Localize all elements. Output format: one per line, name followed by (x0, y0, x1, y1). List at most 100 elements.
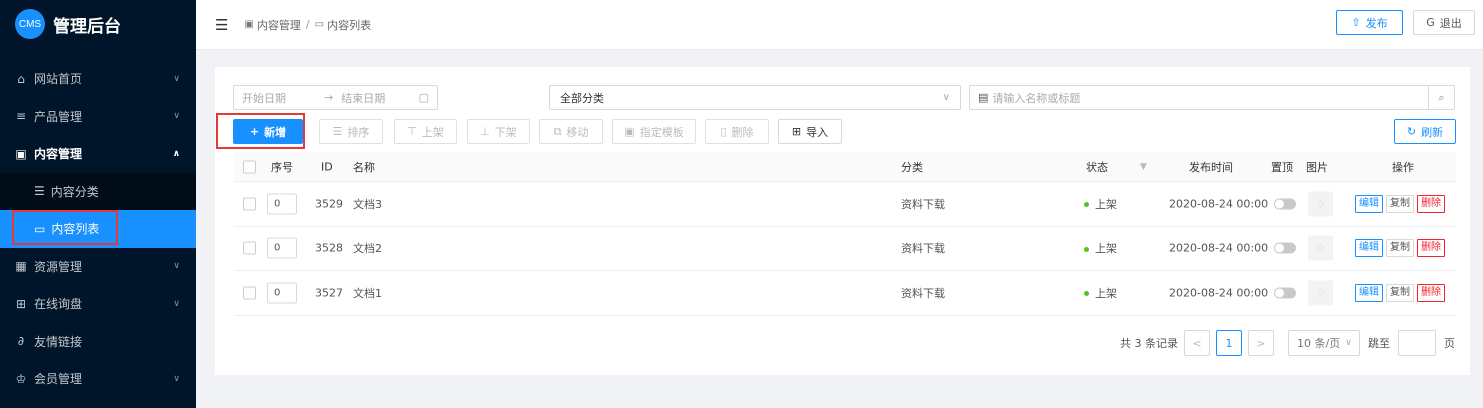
calendar-icon: ▢ (418, 91, 429, 104)
row-checkbox[interactable] (243, 197, 256, 211)
sort-icon: ☰ (332, 125, 343, 138)
page-1-button[interactable]: 1 (1216, 330, 1242, 356)
image-thumbnail[interactable]: ◇ (1308, 191, 1333, 217)
menu-fold-icon[interactable]: ☰ (215, 16, 228, 34)
table-icon: ⊞ (791, 125, 802, 138)
next-page-button[interactable]: > (1248, 330, 1274, 356)
jump-page-input[interactable] (1398, 330, 1436, 356)
logout-button[interactable]: G 退出 (1413, 10, 1475, 35)
row-actions: 编辑 复制 删除 (1355, 194, 1448, 213)
logo-row[interactable]: CMS 管理后台 (0, 0, 196, 48)
edit-button[interactable]: 编辑 (1355, 239, 1383, 258)
total-count: 共 3 条记录 (1120, 337, 1178, 350)
sidebar-item-resources[interactable]: ▦ 资源管理 ∨ (0, 248, 196, 286)
row-delete-button[interactable]: 删除 (1417, 239, 1445, 258)
download-icon: ⊥ (480, 125, 490, 138)
date-range-picker[interactable]: 开始日期 → 结束日期 ▢ (233, 85, 438, 110)
sidebar-item-home[interactable]: ⌂ 网站首页 ∨ (0, 60, 196, 98)
list-icon: ▭ (314, 19, 325, 30)
row-actions: 编辑 复制 删除 (1355, 283, 1448, 302)
chevron-down-icon: ∨ (173, 373, 180, 384)
column-header-category: 分类 (901, 160, 923, 174)
template-icon: ▣ (624, 125, 635, 138)
seq-input[interactable]: 0 (267, 193, 297, 215)
move-button[interactable]: ⧉ 移动 (539, 119, 603, 144)
sidebar-item-content-list[interactable]: ▭ 内容列表 (0, 210, 196, 248)
refresh-button[interactable]: ↻ 刷新 (1394, 119, 1456, 144)
breadcrumb: ▣ 内容管理 / ▭ 内容列表 (244, 17, 371, 33)
search-input[interactable]: ▤ 请输入名称或标题 ⌕ (969, 85, 1455, 110)
logout-label: 退出 (1439, 16, 1462, 30)
seq-input[interactable]: 0 (267, 282, 297, 304)
row-checkbox[interactable] (243, 241, 256, 255)
publish-label: 发布 (1365, 16, 1388, 30)
row-name[interactable]: 文档3 (353, 196, 382, 212)
row-name[interactable]: 文档1 (353, 285, 382, 301)
pagination: 共 3 条记录 < 1 > 10 条/页 ∨ 跳至 页 (1120, 330, 1455, 356)
sidebar-item-members[interactable]: ♔ 会员管理 ∨ (0, 360, 196, 398)
breadcrumb-item[interactable]: 内容管理 (257, 17, 301, 33)
content-card: 开始日期 → 结束日期 ▢ 全部分类 ∨ ▤ 请输入名称或标题 ⌕ + 新增 ☰… (215, 67, 1470, 375)
sidebar-item-content[interactable]: ▣ 内容管理 ∧ (0, 135, 196, 173)
page-size-select[interactable]: 10 条/页 ∨ (1288, 330, 1360, 356)
sidebar-item-label: 会员管理 (34, 372, 83, 387)
row-name[interactable]: 文档2 (353, 240, 382, 256)
list-icon: ▭ (34, 221, 46, 236)
search-icon[interactable]: ⌕ (1428, 86, 1454, 109)
row-delete-button[interactable]: 删除 (1417, 283, 1445, 302)
image-thumbnail[interactable]: ◇ (1308, 235, 1333, 261)
row-time: 2020-08-24 00:00 (1169, 241, 1269, 255)
template-button[interactable]: ▣ 指定模板 (612, 119, 696, 144)
row-time: 2020-08-24 00:00 (1169, 197, 1269, 211)
edit-button[interactable]: 编辑 (1355, 194, 1383, 213)
upload-icon: ⊤ (407, 125, 417, 138)
delete-label: 删除 (731, 125, 754, 139)
off-shelf-button[interactable]: ⊥ 下架 (467, 119, 530, 144)
sidebar: CMS 管理后台 ⌂ 网站首页 ∨ ≡ 产品管理 ∨ ▣ 内容管理 ∧ ☰ 内容… (0, 0, 196, 408)
copy-button[interactable]: 复制 (1386, 239, 1414, 258)
row-checkbox[interactable] (243, 286, 256, 300)
sidebar-item-products[interactable]: ≡ 产品管理 ∨ (0, 98, 196, 136)
row-delete-button[interactable]: 删除 (1417, 194, 1445, 213)
import-label: 导入 (806, 125, 829, 139)
status-dot (1084, 202, 1089, 208)
link-icon: ∂ (17, 334, 25, 349)
image-thumbnail[interactable]: ◇ (1308, 280, 1333, 306)
copy-button[interactable]: 复制 (1386, 194, 1414, 213)
delete-button[interactable]: ▯ 删除 (705, 119, 769, 144)
import-button[interactable]: ⊞ 导入 (778, 119, 842, 144)
edit-button[interactable]: 编辑 (1355, 283, 1383, 302)
breadcrumb-item: 内容列表 (327, 18, 372, 32)
select-all-checkbox[interactable] (243, 160, 256, 173)
content-table: 序号 ID 名称 分类 状态 ▼ 发布时间 置顶 图片 操作 0 3529 文档… (234, 152, 1456, 316)
end-date-input[interactable]: 结束日期 (341, 90, 385, 106)
category-select-value: 全部分类 (560, 91, 604, 105)
sidebar-item-content-category[interactable]: ☰ 内容分类 (0, 173, 196, 211)
row-id: 3529 (315, 197, 343, 211)
row-status: 上架 (1084, 240, 1117, 256)
sidebar-item-links[interactable]: ∂ 友情链接 (0, 323, 196, 361)
prev-page-button[interactable]: < (1184, 330, 1210, 356)
row-category: 资料下载 (901, 242, 945, 256)
on-shelf-button[interactable]: ⊤ 上架 (394, 119, 457, 144)
add-button[interactable]: + 新增 (233, 119, 303, 144)
column-header-time: 发布时间 (1189, 160, 1233, 174)
start-date-input[interactable]: 开始日期 (242, 90, 286, 106)
jump-label: 跳至 (1368, 337, 1390, 350)
copy-button[interactable]: 复制 (1386, 283, 1414, 302)
row-category: 资料下载 (901, 286, 945, 300)
template-label: 指定模板 (639, 125, 684, 139)
sort-button[interactable]: ☰ 排序 (319, 119, 383, 144)
top-toggle[interactable] (1274, 287, 1296, 299)
top-toggle[interactable] (1274, 242, 1296, 254)
filter-icon[interactable]: ▼ (1140, 162, 1147, 172)
publish-button[interactable]: ⇧ 发布 (1336, 10, 1403, 35)
category-select[interactable]: 全部分类 ∨ (549, 85, 961, 110)
seq-input[interactable]: 0 (267, 237, 297, 259)
top-toggle[interactable] (1274, 198, 1296, 210)
sidebar-item-inquiry[interactable]: ⊞ 在线询盘 ∨ (0, 285, 196, 323)
chevron-down-icon: ∨ (173, 298, 180, 309)
chevron-down-icon: ∨ (173, 261, 180, 272)
status-text: 上架 (1095, 242, 1117, 256)
sidebar-menu: ⌂ 网站首页 ∨ ≡ 产品管理 ∨ ▣ 内容管理 ∧ ☰ 内容分类 ▭ 内容列表… (0, 60, 196, 398)
